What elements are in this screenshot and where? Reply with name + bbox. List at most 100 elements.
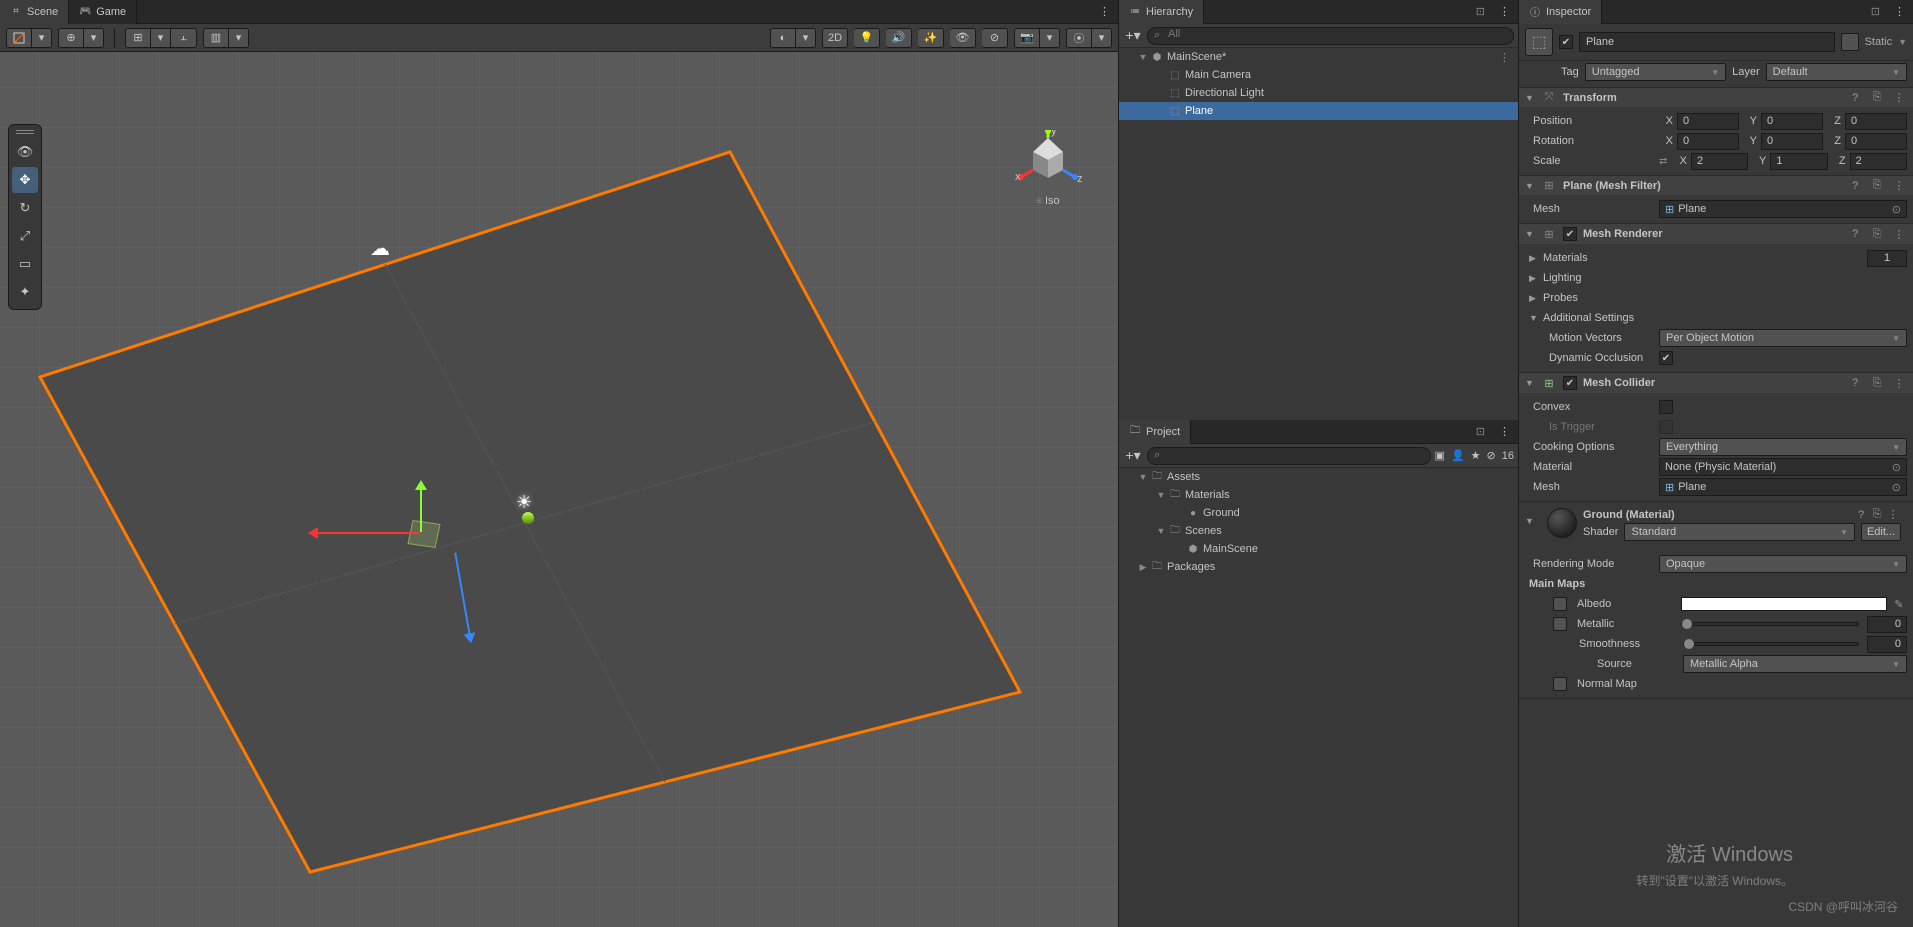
visibility-toggle[interactable]: ⊘ [982, 28, 1008, 48]
constrain-scale-icon[interactable]: ⇄ [1659, 156, 1675, 167]
tab-project[interactable]: 🗀Project [1119, 420, 1191, 444]
menu-icon[interactable]: ⋮ [1891, 91, 1907, 104]
help-icon[interactable]: ? [1847, 92, 1863, 104]
preset-icon[interactable]: ⎘ [1869, 228, 1885, 241]
layers-button[interactable] [1841, 33, 1859, 51]
increment-snap-dropdown[interactable]: ▾ [229, 28, 249, 48]
object-picker-icon[interactable]: ⊙ [1892, 481, 1901, 494]
metallic-texture[interactable] [1553, 617, 1567, 631]
metallic-slider[interactable] [1681, 622, 1859, 626]
rendering-mode-dropdown[interactable]: Opaque▼ [1659, 555, 1907, 573]
filter-label-icon[interactable]: 👤 [1451, 449, 1465, 462]
projection-mode-label[interactable]: ≡ Iso [1008, 195, 1088, 207]
transform-tool[interactable]: ✦ [12, 279, 38, 305]
view-tool[interactable]: 👁 [12, 139, 38, 165]
source-dropdown[interactable]: Metallic Alpha▼ [1683, 655, 1907, 673]
help-icon[interactable]: ? [1847, 377, 1863, 389]
cooking-dropdown[interactable]: Everything▼ [1659, 438, 1907, 456]
mesh-filter-header[interactable]: ▼ ⊞ Plane (Mesh Filter) ? ⎘ ⋮ [1519, 176, 1913, 195]
object-picker-icon[interactable]: ⊙ [1892, 461, 1901, 474]
audio-toggle[interactable]: 🔊 [886, 28, 912, 48]
foldout-icon[interactable]: ▼ [1525, 229, 1535, 239]
scale-tool[interactable]: ⤢ [12, 223, 38, 249]
project-tab-menu[interactable]: ⋮ [1491, 425, 1518, 438]
scene-menu-icon[interactable]: ⋮ [1499, 51, 1518, 64]
tag-dropdown[interactable]: Untagged▼ [1585, 63, 1726, 81]
draw-mode-button[interactable]: ⊕ [58, 28, 84, 48]
gizmos-toggle[interactable]: ⦿ [1066, 28, 1092, 48]
transform-header[interactable]: ▼ ⤧ Transform ? ⎘ ⋮ [1519, 88, 1913, 107]
preset-icon[interactable]: ⎘ [1869, 179, 1885, 192]
project-assets-row[interactable]: 🗀Assets [1119, 468, 1518, 486]
gameobject-icon[interactable]: ⬚ [1525, 28, 1553, 56]
foldout-icon[interactable] [1155, 526, 1167, 536]
motion-vectors-dropdown[interactable]: Per Object Motion▼ [1659, 329, 1907, 347]
mesh-renderer-header[interactable]: ▼ ⊞ ✔ Mesh Renderer ? ⎘ ⋮ [1519, 224, 1913, 244]
foldout-icon[interactable] [1137, 472, 1149, 482]
object-picker-icon[interactable]: ⊙ [1892, 203, 1901, 216]
dynamic-occlusion-checkbox[interactable]: ✔ [1659, 351, 1673, 365]
project-search-input[interactable] [1147, 447, 1431, 465]
hierarchy-search-input[interactable]: All [1147, 27, 1514, 45]
physic-material-field[interactable]: None (Physic Material)⊙ [1659, 458, 1907, 476]
shader-edit-button[interactable]: Edit... [1861, 523, 1901, 541]
mesh-object-field[interactable]: ⊞Plane⊙ [1659, 200, 1907, 218]
favorite-filter-icon[interactable]: ★ [1471, 449, 1481, 462]
hierarchy-add-button[interactable]: +▾ [1123, 27, 1143, 44]
preset-icon[interactable]: ⎘ [1869, 91, 1885, 104]
project-ground-row[interactable]: ●Ground [1119, 504, 1518, 522]
help-icon[interactable]: ? [1847, 228, 1863, 240]
collider-enabled-checkbox[interactable]: ✔ [1563, 376, 1577, 390]
help-icon[interactable]: ? [1853, 509, 1869, 521]
project-mainscene-row[interactable]: ⬢MainScene [1119, 540, 1518, 558]
hierarchy-item-light[interactable]: ⬚Directional Light [1119, 84, 1518, 102]
metallic-value-input[interactable]: 0 [1867, 616, 1907, 633]
collider-mesh-field[interactable]: ⊞Plane⊙ [1659, 478, 1907, 496]
fx-toggle[interactable]: ✨ [918, 28, 944, 48]
smoothness-slider[interactable] [1683, 642, 1859, 646]
project-dock[interactable]: ⊡ [1470, 425, 1491, 438]
hierarchy-scene-row[interactable]: ⬢MainScene*⋮ [1119, 48, 1518, 66]
orientation-gizmo[interactable]: x y z ≡ Iso [1008, 130, 1088, 207]
tab-hierarchy[interactable]: ≔Hierarchy [1119, 0, 1204, 24]
material-header[interactable]: ▼ Ground (Material) ? ⎘ ⋮ Shader Standar… [1519, 502, 1913, 550]
foldout-icon[interactable]: ▼ [1525, 516, 1535, 526]
foldout-icon[interactable]: ▼ [1525, 93, 1535, 103]
material-preview-icon[interactable] [1547, 508, 1577, 538]
position-x-input[interactable]: 0 [1677, 113, 1739, 130]
probes-foldout[interactable]: ▶Probes [1525, 288, 1907, 308]
shading-mode-button[interactable] [6, 28, 32, 48]
inspector-tab-menu[interactable]: ⋮ [1886, 5, 1913, 18]
hidden-toggle[interactable]: 👁 [950, 28, 976, 48]
hierarchy-item-camera[interactable]: ⬚Main Camera [1119, 66, 1518, 84]
shading-mode-dropdown[interactable]: ▾ [32, 28, 52, 48]
preset-icon[interactable]: ⎘ [1869, 508, 1885, 521]
lighting-foldout[interactable]: ▶Lighting [1525, 268, 1907, 288]
rect-tool[interactable]: ▭ [12, 251, 38, 277]
active-checkbox[interactable]: ✔ [1559, 35, 1573, 49]
foldout-icon[interactable] [1155, 490, 1167, 500]
shader-dropdown[interactable]: Standard▼ [1624, 523, 1855, 541]
foldout-icon[interactable]: ▼ [1525, 378, 1535, 388]
gameobject-name-input[interactable]: Plane [1579, 32, 1835, 52]
materials-count[interactable]: 1 [1867, 250, 1907, 267]
rotation-x-input[interactable]: 0 [1677, 133, 1739, 150]
help-icon[interactable]: ? [1847, 180, 1863, 192]
hierarchy-dock[interactable]: ⊡ [1470, 5, 1491, 18]
filter-type-icon[interactable]: ▣ [1435, 449, 1445, 462]
gizmos-dropdown[interactable]: ▾ [1092, 28, 1112, 48]
project-add-button[interactable]: +▾ [1123, 447, 1143, 464]
renderer-enabled-checkbox[interactable]: ✔ [1563, 227, 1577, 241]
render-debug-button[interactable]: ◐ [770, 28, 796, 48]
normal-texture[interactable] [1553, 677, 1567, 691]
eyedropper-icon[interactable]: ✎ [1891, 598, 1907, 611]
project-packages-row[interactable]: 🗀Packages [1119, 558, 1518, 576]
rotate-tool[interactable]: ↻ [12, 195, 38, 221]
tab-game[interactable]: 🎮Game [69, 0, 137, 24]
static-dropdown[interactable]: ▼ [1898, 37, 1907, 47]
palette-drag-handle[interactable] [16, 129, 34, 135]
albedo-color-swatch[interactable] [1681, 597, 1887, 611]
camera-settings-dropdown[interactable]: ▾ [1040, 28, 1060, 48]
project-materials-row[interactable]: 🗀Materials [1119, 486, 1518, 504]
hierarchy-tab-menu[interactable]: ⋮ [1491, 5, 1518, 18]
